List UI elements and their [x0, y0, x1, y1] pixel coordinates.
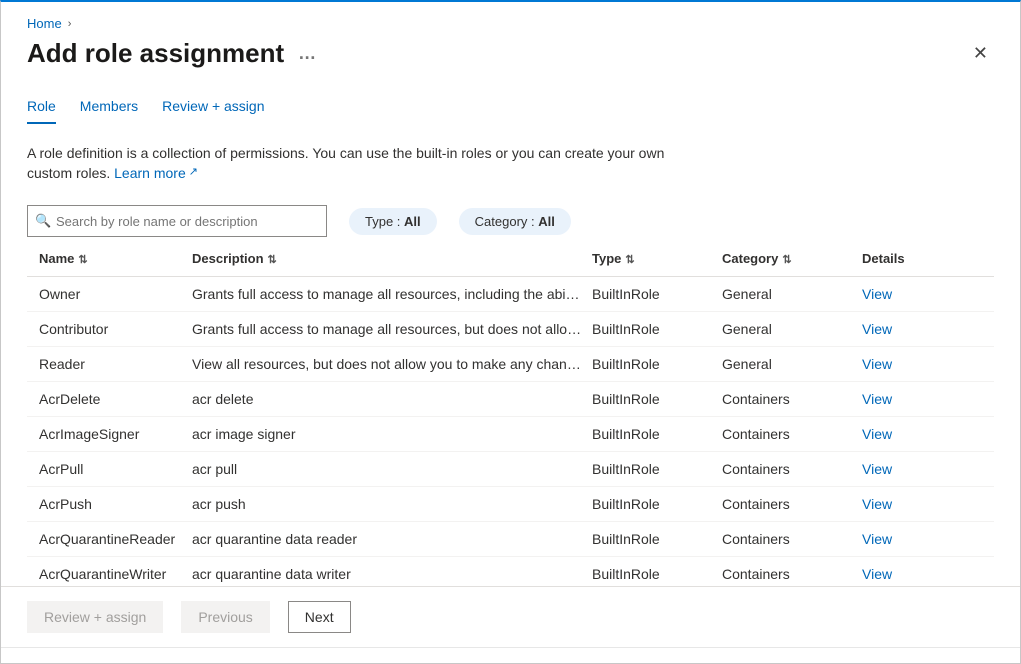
- table-row[interactable]: AcrImageSigneracr image signerBuiltInRol…: [27, 417, 994, 452]
- col-header-name[interactable]: Name⇅: [27, 251, 192, 266]
- breadcrumb: Home ›: [27, 16, 994, 31]
- cell-type: BuiltInRole: [592, 391, 722, 407]
- cell-description: Grants full access to manage all resourc…: [192, 286, 592, 302]
- table-row[interactable]: ContributorGrants full access to manage …: [27, 312, 994, 347]
- sort-icon: ⇅: [268, 254, 277, 266]
- cell-name: AcrDelete: [27, 391, 192, 407]
- cell-description: acr quarantine data reader: [192, 531, 592, 547]
- page-title: Add role assignment …: [27, 38, 317, 69]
- table-row[interactable]: AcrPushacr pushBuiltInRoleContainersView: [27, 487, 994, 522]
- search-icon: 🔍: [35, 213, 51, 229]
- cell-name: AcrImageSigner: [27, 426, 192, 442]
- cell-name: AcrQuarantineWriter: [27, 566, 192, 582]
- close-button[interactable]: ✕: [967, 37, 994, 70]
- cell-type: BuiltInRole: [592, 286, 722, 302]
- more-menu-icon[interactable]: …: [298, 43, 317, 64]
- cell-type: BuiltInRole: [592, 356, 722, 372]
- view-details-link[interactable]: View: [862, 391, 892, 407]
- cell-name: Reader: [27, 356, 192, 372]
- tab-members[interactable]: Members: [80, 98, 138, 124]
- cell-description: acr pull: [192, 461, 592, 477]
- cell-category: Containers: [722, 531, 862, 547]
- cell-type: BuiltInRole: [592, 531, 722, 547]
- close-icon: ✕: [973, 43, 988, 63]
- table-row[interactable]: ReaderView all resources, but does not a…: [27, 347, 994, 382]
- col-header-description[interactable]: Description⇅: [192, 251, 592, 266]
- next-button[interactable]: Next: [288, 601, 351, 633]
- view-details-link[interactable]: View: [862, 286, 892, 302]
- search-input[interactable]: [27, 205, 327, 237]
- col-header-details: Details: [862, 251, 942, 266]
- col-header-type[interactable]: Type⇅: [592, 251, 722, 266]
- review-assign-button: Review + assign: [27, 601, 163, 633]
- table-row[interactable]: OwnerGrants full access to manage all re…: [27, 277, 994, 312]
- table-row[interactable]: AcrQuarantineWriteracr quarantine data w…: [27, 557, 994, 585]
- cell-category: General: [722, 321, 862, 337]
- cell-name: AcrPush: [27, 496, 192, 512]
- description-text: A role definition is a collection of per…: [27, 144, 667, 183]
- cell-category: General: [722, 286, 862, 302]
- cell-category: General: [722, 356, 862, 372]
- chevron-right-icon: ›: [68, 18, 72, 30]
- cell-category: Containers: [722, 391, 862, 407]
- cell-description: Grants full access to manage all resourc…: [192, 321, 592, 337]
- cell-description: acr delete: [192, 391, 592, 407]
- external-link-icon: ↗: [186, 166, 198, 178]
- view-details-link[interactable]: View: [862, 461, 892, 477]
- col-header-category[interactable]: Category⇅: [722, 251, 862, 266]
- view-details-link[interactable]: View: [862, 321, 892, 337]
- cell-type: BuiltInRole: [592, 496, 722, 512]
- cell-type: BuiltInRole: [592, 461, 722, 477]
- cell-type: BuiltInRole: [592, 426, 722, 442]
- cell-type: BuiltInRole: [592, 566, 722, 582]
- cell-name: AcrPull: [27, 461, 192, 477]
- cell-name: Owner: [27, 286, 192, 302]
- breadcrumb-home[interactable]: Home: [27, 16, 62, 31]
- cell-name: AcrQuarantineReader: [27, 531, 192, 547]
- cell-description: acr image signer: [192, 426, 592, 442]
- cell-category: Containers: [722, 566, 862, 582]
- tab-review-assign[interactable]: Review + assign: [162, 98, 264, 124]
- view-details-link[interactable]: View: [862, 496, 892, 512]
- view-details-link[interactable]: View: [862, 531, 892, 547]
- horizontal-scrollbar[interactable]: [1, 647, 1020, 663]
- table-row[interactable]: AcrPullacr pullBuiltInRoleContainersView: [27, 452, 994, 487]
- view-details-link[interactable]: View: [862, 426, 892, 442]
- filter-type[interactable]: Type : All: [349, 208, 437, 235]
- cell-category: Containers: [722, 496, 862, 512]
- cell-description: acr push: [192, 496, 592, 512]
- table-row[interactable]: AcrQuarantineReaderacr quarantine data r…: [27, 522, 994, 557]
- cell-category: Containers: [722, 426, 862, 442]
- cell-description: View all resources, but does not allow y…: [192, 356, 592, 372]
- sort-icon: ⇅: [625, 254, 634, 266]
- view-details-link[interactable]: View: [862, 566, 892, 582]
- filter-category[interactable]: Category : All: [459, 208, 571, 235]
- table-row[interactable]: AcrDeleteacr deleteBuiltInRoleContainers…: [27, 382, 994, 417]
- cell-category: Containers: [722, 461, 862, 477]
- sort-icon: ⇅: [782, 254, 791, 266]
- view-details-link[interactable]: View: [862, 356, 892, 372]
- tab-role[interactable]: Role: [27, 98, 56, 124]
- learn-more-link[interactable]: Learn more ↗: [114, 165, 198, 181]
- previous-button: Previous: [181, 601, 269, 633]
- table-header: Name⇅ Description⇅ Type⇅ Category⇅ Detai…: [27, 251, 994, 277]
- sort-icon: ⇅: [78, 254, 87, 266]
- cell-description: acr quarantine data writer: [192, 566, 592, 582]
- page-title-text: Add role assignment: [27, 38, 284, 69]
- cell-type: BuiltInRole: [592, 321, 722, 337]
- cell-name: Contributor: [27, 321, 192, 337]
